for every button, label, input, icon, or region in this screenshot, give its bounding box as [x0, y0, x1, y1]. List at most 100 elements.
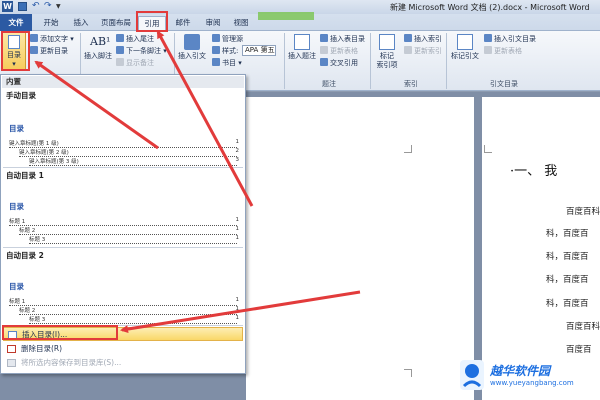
citation-icon: [184, 34, 200, 50]
menu-separator: [3, 247, 243, 248]
save-selection-to-gallery-menu-item[interactable]: 将所选内容保存到目录库(S)...: [3, 356, 243, 370]
update-table-icon: [320, 46, 328, 54]
tab-page-layout[interactable]: 页面布局: [98, 16, 134, 31]
tab-view[interactable]: 视图: [228, 16, 254, 31]
manage-sources-button[interactable]: 管理源: [212, 34, 243, 44]
update-table-button[interactable]: 更新表格: [320, 46, 358, 56]
show-notes-icon: [116, 58, 124, 66]
entry-page-number: 1: [235, 226, 240, 232]
gallery-item-name: 手动目录: [6, 91, 36, 100]
gallery-item-name: 自动目录 2: [6, 251, 44, 260]
menu-separator: [3, 167, 243, 168]
insert-citation-button[interactable]: 插入引文: [176, 34, 208, 61]
insert-footnote-button[interactable]: AB¹ 插入脚注: [82, 34, 114, 61]
citation-style-value: APA 第五: [245, 46, 275, 54]
footnote-icon: AB¹: [90, 35, 111, 48]
gallery-preview-title: 目录: [9, 202, 24, 211]
tab-insert[interactable]: 插入: [68, 16, 94, 31]
insert-table-of-authorities-label: 插入引文目录: [494, 35, 536, 43]
captions-group-label: 题注: [322, 80, 336, 88]
document-text-line: 百度百科: [566, 207, 600, 217]
redo-icon[interactable]: ↷: [44, 2, 53, 11]
insert-toc-highlight: [2, 325, 118, 340]
insert-index-button[interactable]: 插入索引: [404, 34, 442, 44]
next-footnote-label: 下一条脚注: [126, 47, 161, 55]
toc-gallery-item-manual[interactable]: 手动目录 目录 键入章标题(第 1 级) 1 键入章标题(第 2 级) 2 键入…: [3, 89, 243, 167]
mark-entry-button[interactable]: 标记 索引项: [372, 34, 402, 70]
cross-reference-icon: [320, 58, 328, 66]
entry-page-number: 1: [235, 217, 240, 223]
margin-corner-mark: [404, 145, 412, 153]
add-text-label: 添加文字: [40, 35, 68, 43]
add-text-icon: [30, 34, 38, 42]
show-notes-button[interactable]: 显示备注: [116, 58, 154, 68]
update-toc-button[interactable]: 更新目录: [30, 46, 68, 56]
watermark-logo-icon: [460, 360, 484, 390]
entry-text: 标题 2: [19, 228, 36, 234]
insert-table-of-figures-label: 插入表目录: [330, 35, 365, 43]
title-highlight-bar: [258, 12, 314, 20]
update-index-label: 更新索引: [414, 47, 442, 55]
manage-sources-icon: [212, 34, 220, 42]
remove-toc-label: 删除目录(R): [21, 344, 63, 353]
window-title: 新建 Microsoft Word 文档 (2).docx - Microsof…: [390, 3, 590, 12]
undo-icon[interactable]: ↶: [32, 2, 41, 11]
update-index-icon: [404, 46, 412, 54]
save-icon[interactable]: [18, 2, 27, 11]
document-text-line: 科，百度百: [546, 252, 589, 262]
citation-style-select[interactable]: APA 第五: [242, 45, 276, 56]
index-group-label: 索引: [404, 80, 418, 88]
entry-text: 键入章标题(第 1 级): [9, 141, 59, 147]
bibliography-button[interactable]: 书目 ▾: [212, 58, 242, 68]
site-watermark: 越华软件园 www.yueyangbang.com: [452, 358, 600, 400]
next-footnote-button[interactable]: 下一条脚注 ▾: [116, 46, 167, 56]
manage-sources-label: 管理源: [222, 35, 243, 43]
gallery-preview-entry: 标题 2: [19, 226, 237, 235]
tab-review[interactable]: 审阅: [200, 16, 226, 31]
mark-citation-button[interactable]: 标记引文: [448, 34, 482, 61]
bibliography-label: 书目: [222, 59, 236, 67]
entry-page-number: 1: [235, 235, 240, 241]
entry-page-number: 2: [235, 148, 240, 154]
tab-file[interactable]: 文件: [0, 14, 32, 31]
update-table-label: 更新表格: [330, 47, 358, 55]
document-page[interactable]: [246, 97, 474, 400]
insert-footnote-label: 插入脚注: [84, 52, 112, 60]
tab-mailings[interactable]: 邮件: [170, 16, 196, 31]
entry-text: 标题 3: [29, 317, 46, 323]
add-text-button[interactable]: 添加文字 ▾: [30, 34, 74, 44]
group-separator: [446, 33, 447, 89]
update-index-button[interactable]: 更新索引: [404, 46, 442, 56]
insert-endnote-label: 插入尾注: [126, 35, 154, 43]
gallery-preview-entry: 标题 2: [19, 306, 237, 315]
mark-entry-label-2: 索引项: [376, 61, 398, 69]
gallery-preview-entry: 标题 1: [9, 297, 237, 306]
insert-table-of-authorities-button[interactable]: 插入引文目录: [484, 34, 536, 44]
update-authorities-button[interactable]: 更新表格: [484, 46, 522, 56]
cross-reference-button[interactable]: 交叉引用: [320, 58, 358, 68]
insert-table-of-figures-button[interactable]: 插入表目录: [320, 34, 365, 44]
style-label-text: 样式:: [222, 47, 239, 55]
gallery-preview-title: 目录: [9, 124, 24, 133]
watermark-name: 越华软件园: [490, 364, 551, 378]
entry-text: 键入章标题(第 2 级): [19, 150, 69, 156]
customize-quick-access-icon[interactable]: ▼: [56, 2, 65, 11]
insert-index-label: 插入索引: [414, 35, 442, 43]
save-selection-label: 将所选内容保存到目录库(S)...: [21, 358, 122, 367]
table-of-authorities-icon: [484, 34, 492, 42]
entry-text: 键入章标题(第 3 级): [29, 159, 79, 165]
tab-home[interactable]: 开始: [38, 16, 64, 31]
insert-caption-button[interactable]: 插入题注: [286, 34, 318, 61]
gallery-preview-entry: 标题 3: [29, 235, 237, 244]
remove-toc-menu-item[interactable]: 删除目录(R): [3, 342, 243, 356]
entry-text: 标题 3: [29, 237, 46, 243]
margin-corner-mark: [404, 369, 412, 377]
cross-reference-label: 交叉引用: [330, 59, 358, 67]
insert-endnote-button[interactable]: 插入尾注: [116, 34, 154, 44]
toc-gallery-item-auto-2[interactable]: 自动目录 2 目录 标题 1 1 标题 2 1 标题 3 1: [3, 249, 243, 325]
margin-corner-mark: [484, 145, 492, 153]
toc-button-highlight: [1, 31, 30, 71]
endnote-icon: [116, 34, 124, 42]
style-icon: [212, 46, 220, 54]
toc-gallery-item-auto-1[interactable]: 自动目录 1 目录 标题 1 1 标题 2 1 标题 3 1: [3, 169, 243, 245]
